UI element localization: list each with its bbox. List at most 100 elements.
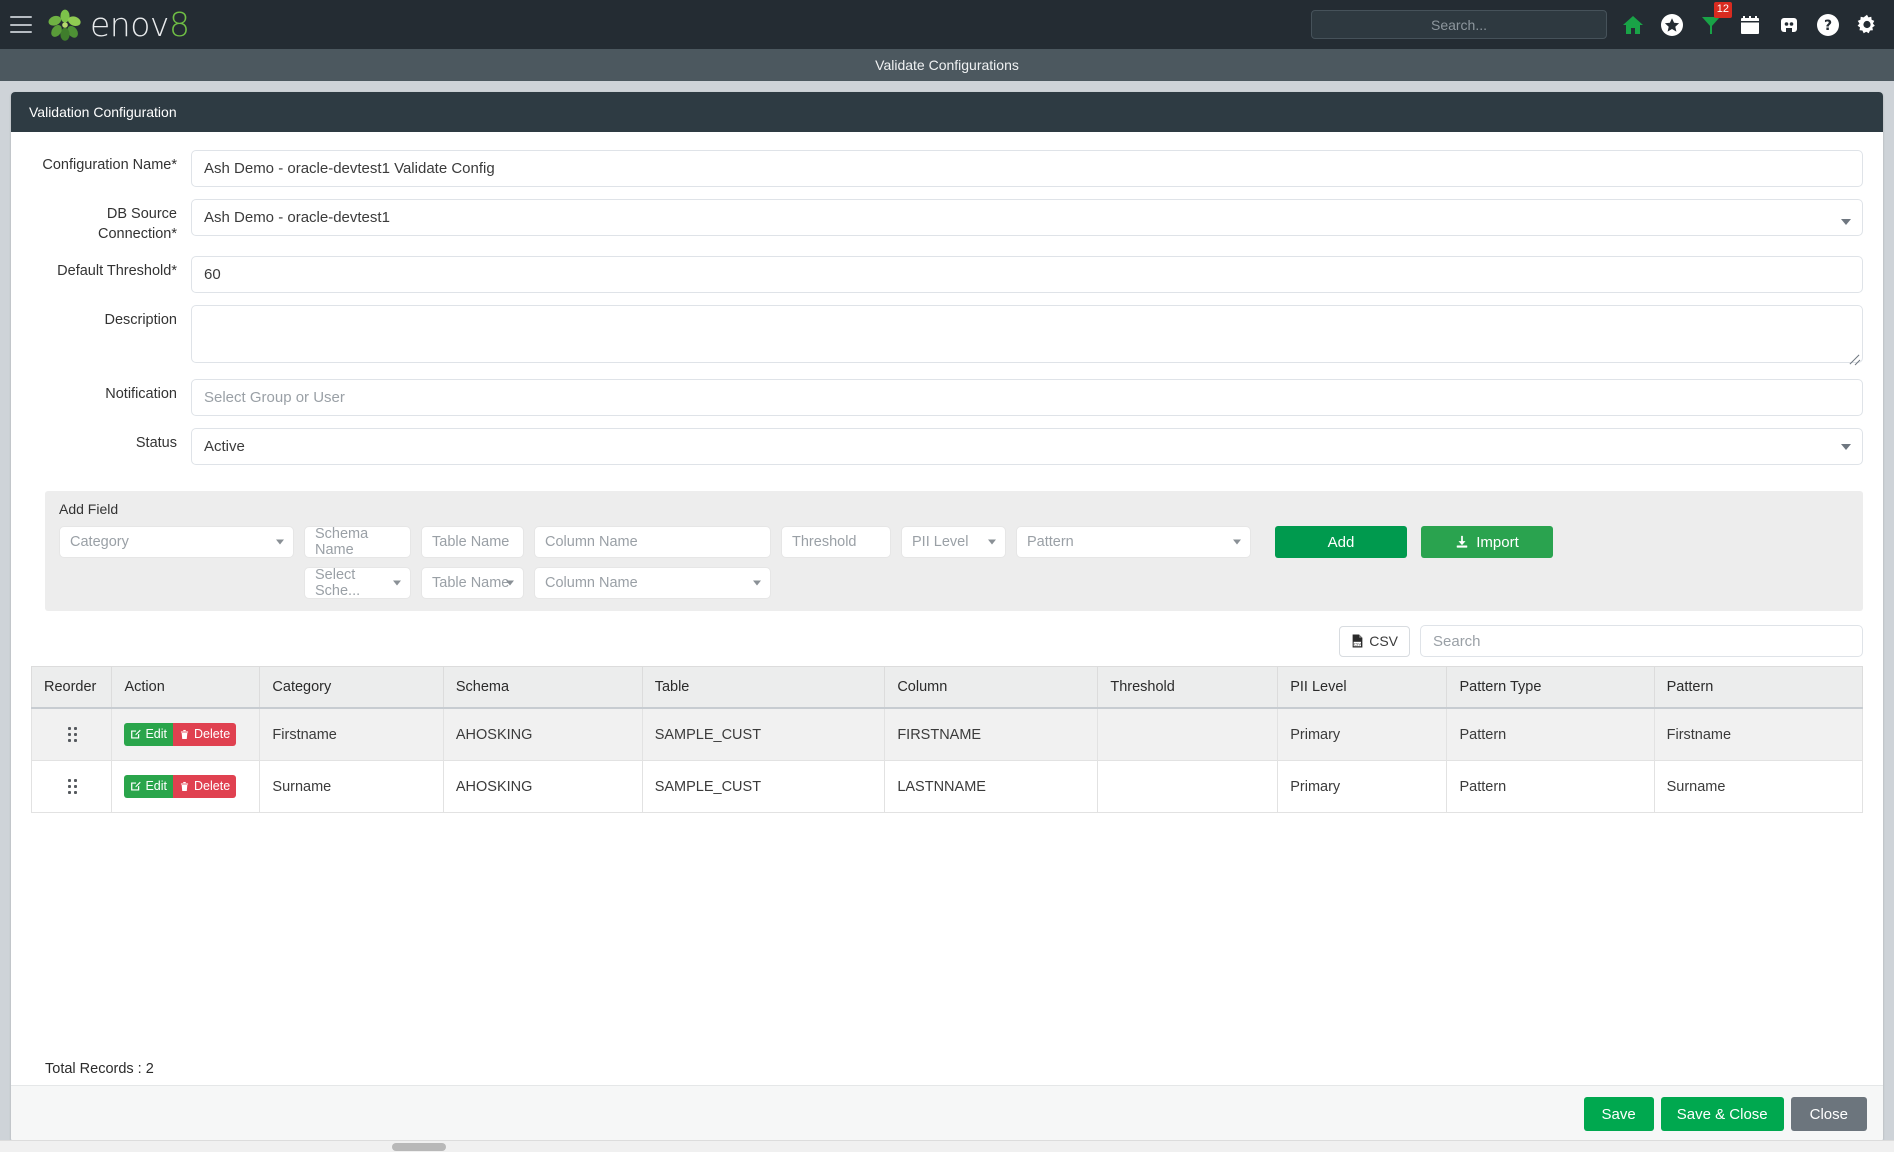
field-db-source-connection: DB Source Connection* (31, 199, 1863, 244)
delete-button[interactable]: Delete (173, 723, 237, 747)
validation-fields-table: Reorder Action Category Schema Table Col… (30, 666, 1864, 814)
csv-export-button[interactable]: CSV CSV (1339, 625, 1410, 657)
pattern-select[interactable]: Pattern (1016, 526, 1251, 559)
description-textarea[interactable] (191, 305, 1863, 364)
gear-icon[interactable] (1854, 12, 1880, 38)
add-field-controls: Category Schema Name Select Sche... Tabl… (59, 526, 1849, 600)
chevron-down-icon (753, 580, 761, 586)
column-header-reorder[interactable]: Reorder (30, 666, 113, 710)
csv-export-label: CSV (1369, 633, 1398, 650)
edit-button[interactable]: Edit (124, 723, 174, 747)
cell-pii-level: Primary (1277, 760, 1448, 814)
default-threshold-label: Default Threshold* (57, 263, 177, 280)
table-tools: CSV CSV (31, 625, 1863, 658)
pattern-value: Pattern (1027, 534, 1074, 551)
hamburger-icon[interactable] (10, 16, 32, 33)
robot-icon[interactable] (1776, 12, 1802, 38)
star-icon[interactable] (1659, 12, 1685, 38)
cell-category: Surname (259, 760, 444, 814)
save-button[interactable]: Save (1583, 1097, 1654, 1131)
delete-button-label: Delete (194, 727, 231, 742)
select-column-value: Column Name (545, 575, 638, 592)
column-header-schema[interactable]: Schema (442, 666, 643, 710)
trash-icon (180, 781, 189, 791)
chevron-down-icon (1233, 539, 1241, 545)
delete-button[interactable]: Delete (173, 775, 237, 799)
brand-suffix: 8 (168, 5, 190, 44)
notification-input[interactable] (191, 379, 1863, 417)
card-header: Validation Configuration (11, 92, 1883, 132)
configuration-name-input[interactable] (191, 150, 1863, 187)
column-header-category[interactable]: Category (259, 666, 444, 710)
brand-name: enov (90, 5, 169, 44)
action-cell: Edit Delete (111, 707, 261, 762)
scrollbar-thumb[interactable] (392, 1143, 446, 1151)
import-button[interactable]: Import (1421, 526, 1553, 559)
column-name-value: Column Name (545, 534, 638, 551)
cell-pattern-type: Pattern (1446, 760, 1655, 814)
horizontal-scrollbar[interactable] (0, 1140, 1894, 1152)
home-icon[interactable] (1620, 12, 1646, 38)
column-header-pattern[interactable]: Pattern (1653, 666, 1864, 710)
column-header-pattern-type[interactable]: Pattern Type (1446, 666, 1655, 710)
add-field-panel: Add Field Category Schema Name Select Sc… (45, 491, 1863, 612)
cell-table: SAMPLE_CUST (641, 707, 886, 762)
drag-handle-icon[interactable] (68, 727, 78, 743)
calendar-icon[interactable] (1737, 12, 1763, 38)
save-and-close-button[interactable]: Save & Close (1660, 1097, 1784, 1131)
column-header-column[interactable]: Column (884, 666, 1099, 710)
add-field-title: Add Field (59, 501, 119, 518)
help-icon[interactable]: ? (1815, 12, 1841, 38)
card-body: Configuration Name* DB Source Connection… (11, 132, 1883, 1085)
csv-file-icon: CSV (1352, 634, 1363, 648)
edit-button[interactable]: Edit (124, 775, 174, 799)
table-row[interactable]: Edit Delete (30, 760, 1864, 814)
column-header-action[interactable]: Action (111, 666, 261, 710)
status-label: Status (135, 435, 177, 452)
add-button[interactable]: Add (1275, 526, 1407, 559)
table-name-input[interactable]: Table Name (421, 526, 524, 559)
db-source-connection-label: DB Source Connection* (98, 206, 177, 242)
schema-name-input[interactable]: Schema Name (304, 526, 411, 559)
reorder-cell[interactable] (30, 707, 113, 762)
category-select[interactable]: Category (59, 526, 294, 559)
table-row[interactable]: Edit Delete (30, 707, 1864, 762)
cell-pattern-type: Pattern (1446, 707, 1655, 762)
table-header-row: Reorder Action Category Schema Table Col… (30, 666, 1864, 710)
threshold-input[interactable]: Threshold (781, 526, 891, 559)
total-records-label: Total Records : 2 (45, 1061, 154, 1077)
field-notification: Notification (31, 379, 1863, 417)
import-button-label: Import (1476, 533, 1519, 551)
select-schema-dropdown[interactable]: Select Sche... (304, 567, 411, 600)
global-search-input[interactable] (1311, 10, 1607, 39)
select-schema-value: Select Sche... (315, 567, 361, 600)
field-status: Status (31, 428, 1863, 466)
select-column-dropdown[interactable]: Column Name (534, 567, 771, 600)
column-header-threshold[interactable]: Threshold (1097, 666, 1279, 710)
edit-button-label: Edit (145, 779, 168, 794)
pencil-square-icon (131, 781, 142, 791)
cell-threshold (1097, 707, 1279, 762)
cell-schema: AHOSKING (442, 707, 643, 762)
select-table-dropdown[interactable]: Table Name (421, 567, 524, 600)
brand-logo-group[interactable]: enov8 (48, 5, 190, 44)
column-header-pii-level[interactable]: PII Level (1277, 666, 1448, 710)
column-header-table[interactable]: Table (641, 666, 886, 710)
validation-configuration-card: Validation Configuration Configuration N… (11, 92, 1883, 1142)
column-name-input[interactable]: Column Name (534, 526, 771, 559)
svg-text:CSV: CSV (1354, 643, 1362, 647)
default-threshold-input[interactable] (191, 256, 1863, 294)
reorder-cell[interactable] (30, 760, 113, 814)
status-select[interactable] (191, 428, 1863, 466)
alert-flag-icon[interactable]: 12 (1698, 1, 1732, 38)
close-button[interactable]: Close (1790, 1097, 1867, 1131)
schema-name-value: Schema Name (315, 526, 369, 559)
drag-handle-icon[interactable] (68, 779, 78, 795)
action-cell: Edit Delete (111, 760, 261, 814)
db-source-connection-select[interactable] (191, 199, 1863, 236)
pii-level-select[interactable]: PII Level (901, 526, 1006, 559)
card-title: Validation Configuration (29, 104, 177, 120)
pencil-square-icon (131, 729, 142, 739)
table-search-input[interactable] (1420, 625, 1863, 658)
cell-threshold (1097, 760, 1279, 814)
